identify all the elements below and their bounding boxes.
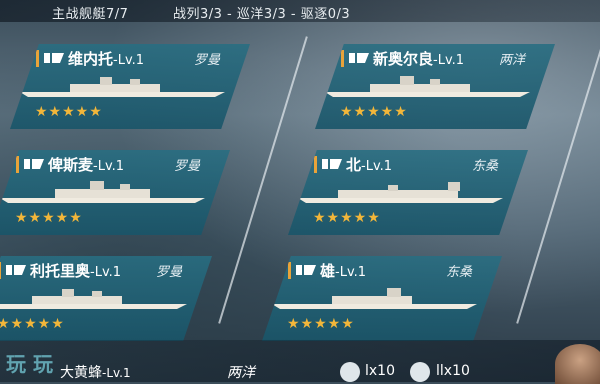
card-accent xyxy=(0,262,1,279)
ammo-count-1: lx10 xyxy=(365,363,395,379)
ship-type-icon xyxy=(6,265,26,275)
star-rating: ★★★★★ xyxy=(35,104,103,120)
ship-card[interactable]: 维内托-Lv.1 罗曼 ★★★★★ xyxy=(10,44,250,129)
bottom-ship-name: 大黄蜂-Lv.1 xyxy=(60,365,131,381)
ship-name: 新奥尔良-Lv.1 xyxy=(373,50,465,68)
ship-silhouette xyxy=(272,288,477,309)
star-rating: ★★★★★ xyxy=(15,210,83,226)
main-ships-count: 主战舰艇7/7 xyxy=(52,7,129,22)
fleet-summary-bar: 主战舰艇7/7 战列3/3 - 巡洋3/3 - 驱逐0/3 xyxy=(0,0,600,22)
ship-card[interactable]: 雄-Lv.1 东桑 ★★★★★ xyxy=(262,256,502,341)
ship-faction: 罗曼 xyxy=(155,265,182,280)
card-accent xyxy=(314,156,317,173)
ammo-icon xyxy=(410,362,430,382)
ship-silhouette xyxy=(0,181,205,203)
star-rating: ★★★★★ xyxy=(287,316,355,332)
ship-type-icon xyxy=(322,159,342,169)
commander-avatar[interactable] xyxy=(555,344,600,384)
ship-card[interactable]: 新奥尔良-Lv.1 两洋 ★★★★★ xyxy=(315,44,555,129)
watermark-logo: 玩 玩 xyxy=(6,352,53,376)
ship-name: 雄-Lv.1 xyxy=(320,262,367,280)
ship-type-icon xyxy=(44,53,64,63)
class-counts: 战列3/3 - 巡洋3/3 - 驱逐0/3 xyxy=(173,7,351,22)
ship-faction: 罗曼 xyxy=(193,53,220,68)
ship-faction: 东桑 xyxy=(471,159,498,174)
ship-name: 维内托-Lv.1 xyxy=(68,50,145,68)
ship-type-icon xyxy=(296,265,316,275)
ship-type-icon xyxy=(349,53,369,63)
ship-faction: 两洋 xyxy=(498,53,525,68)
ship-faction: 罗曼 xyxy=(173,159,200,174)
card-accent xyxy=(288,262,291,279)
card-accent xyxy=(341,50,344,67)
ship-silhouette xyxy=(298,182,503,203)
bottom-bar: 大黄蜂-Lv.1 两洋 lx10 llx10 xyxy=(0,340,600,382)
ship-silhouette xyxy=(20,77,225,97)
ship-type-icon xyxy=(24,159,44,169)
star-rating: ★★★★★ xyxy=(313,210,381,226)
ship-card[interactable]: 利托里奥-Lv.1 罗曼 ★★★★★ xyxy=(0,256,212,341)
ship-name: 北-Lv.1 xyxy=(346,156,393,174)
ammo-icon xyxy=(340,362,360,382)
ship-faction: 东桑 xyxy=(445,265,472,280)
star-rating: ★★★★★ xyxy=(0,316,65,332)
ammo-count-2: llx10 xyxy=(436,363,470,379)
ship-silhouette xyxy=(0,289,187,309)
star-rating: ★★★★★ xyxy=(340,104,408,120)
ship-silhouette xyxy=(325,76,530,97)
card-accent xyxy=(16,156,19,173)
ship-name: 俾斯麦-Lv.1 xyxy=(48,156,125,174)
ship-card[interactable]: 北-Lv.1 东桑 ★★★★★ xyxy=(288,150,528,235)
ship-card[interactable]: 俾斯麦-Lv.1 罗曼 ★★★★★ xyxy=(0,150,230,235)
bottom-ship-faction: 两洋 xyxy=(227,365,255,381)
ship-name: 利托里奥-Lv.1 xyxy=(30,262,122,280)
card-accent xyxy=(36,50,39,67)
